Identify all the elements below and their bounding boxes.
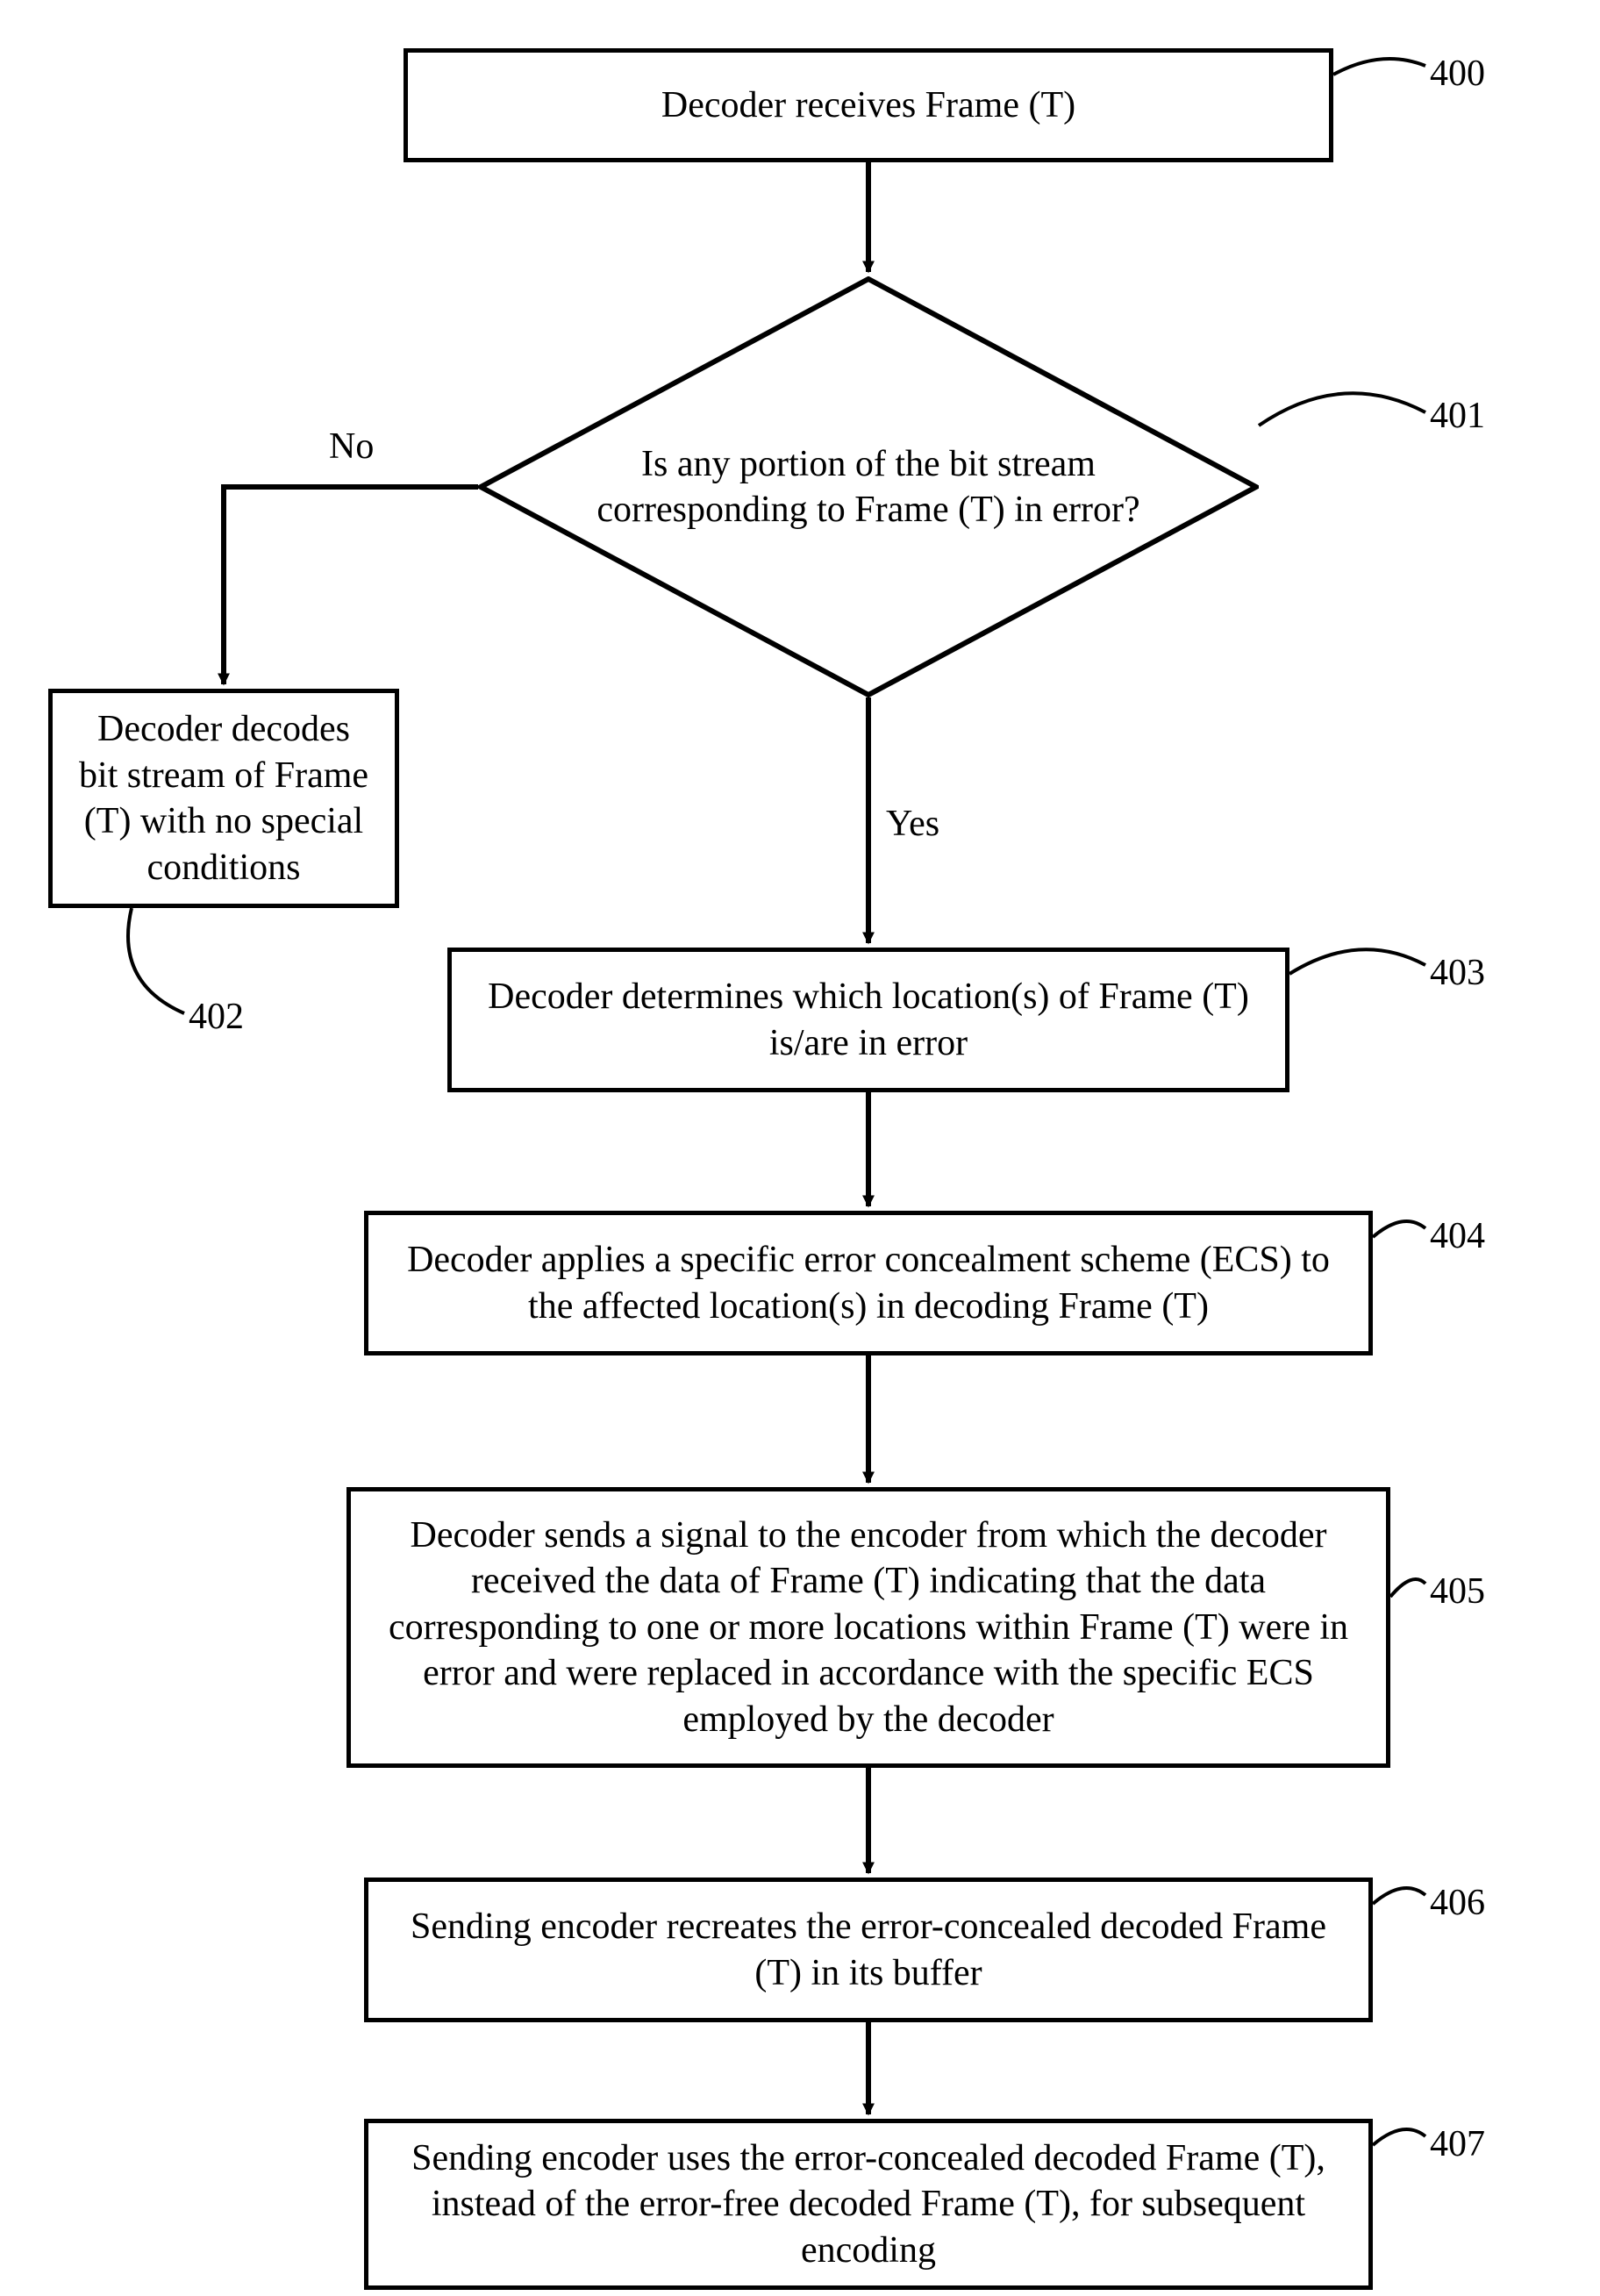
decision-box-401: Is any portion of the bit stream corresp… (478, 276, 1259, 697)
ref-label-407: 407 (1430, 2123, 1485, 2165)
process-box-405: Decoder sends a signal to the encoder fr… (346, 1487, 1390, 1768)
ref-label-402: 402 (189, 996, 244, 1038)
ref-label-401: 401 (1430, 395, 1485, 437)
process-box-404: Decoder applies a specific error conceal… (364, 1211, 1373, 1355)
process-text: Decoder decodes bit stream of Frame (T) … (77, 706, 370, 891)
process-text: Decoder receives Frame (T) (661, 82, 1075, 129)
process-text: Decoder determines which location(s) of … (476, 974, 1261, 1066)
ref-label-404: 404 (1430, 1215, 1485, 1257)
process-text: Decoder sends a signal to the encoder fr… (375, 1513, 1361, 1743)
process-box-407: Sending encoder uses the error-concealed… (364, 2119, 1373, 2290)
decision-text: Is any portion of the bit stream corresp… (596, 441, 1142, 533)
process-text: Sending encoder uses the error-concealed… (393, 2135, 1344, 2274)
ref-label-400: 400 (1430, 53, 1485, 95)
process-box-402: Decoder decodes bit stream of Frame (T) … (48, 689, 399, 908)
ref-label-405: 405 (1430, 1570, 1485, 1613)
process-box-403: Decoder determines which location(s) of … (447, 948, 1289, 1092)
process-box-406: Sending encoder recreates the error-conc… (364, 1878, 1373, 2022)
edge-label-yes: Yes (886, 803, 939, 845)
ref-label-403: 403 (1430, 952, 1485, 994)
edge-label-no: No (329, 426, 374, 468)
process-text: Decoder applies a specific error conceal… (393, 1237, 1344, 1329)
process-text: Sending encoder recreates the error-conc… (393, 1904, 1344, 1996)
process-box-400: Decoder receives Frame (T) (404, 48, 1333, 162)
ref-label-406: 406 (1430, 1882, 1485, 1924)
